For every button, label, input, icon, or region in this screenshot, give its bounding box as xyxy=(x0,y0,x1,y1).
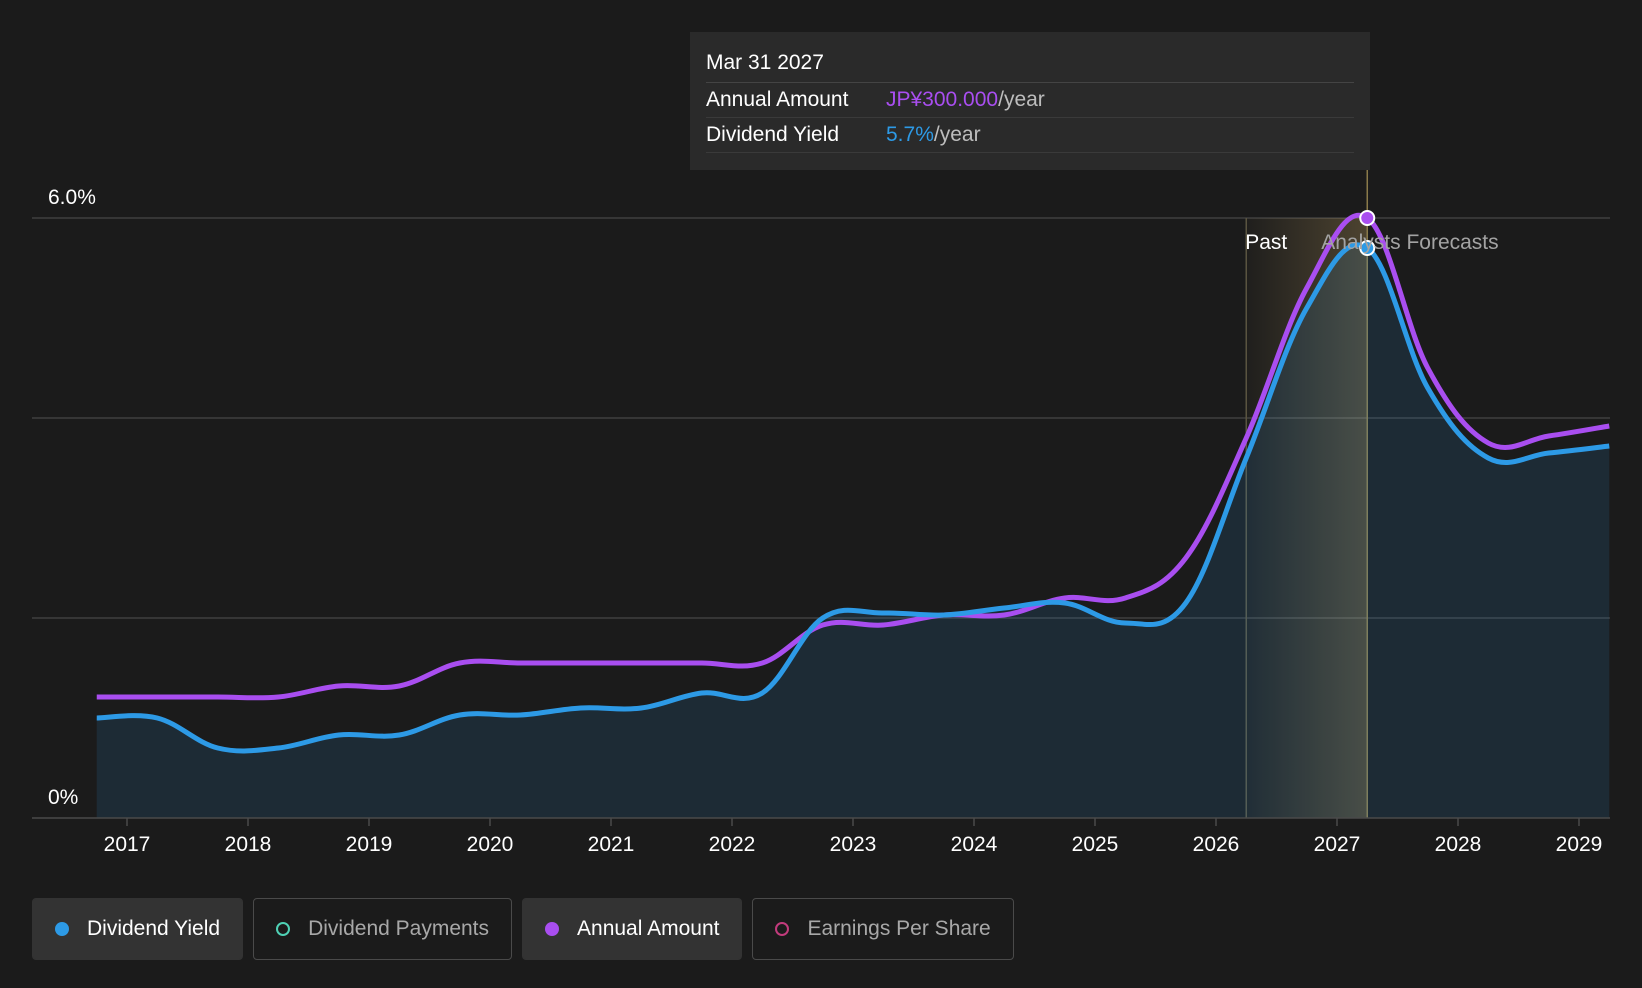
past-label: Past xyxy=(1245,231,1287,254)
x-tick-label: 2026 xyxy=(1193,833,1240,856)
yield-area xyxy=(96,244,1610,818)
legend-item-annual-amount[interactable]: Annual Amount xyxy=(522,898,743,960)
tooltip-unit: /year xyxy=(933,123,981,146)
legend-item-earnings-per-share[interactable]: Earnings Per Share xyxy=(752,898,1014,960)
tooltip-row-dividend-yield: Dividend Yield 5.7% /year xyxy=(706,118,1354,153)
tooltip-date: Mar 31 2027 xyxy=(706,46,1354,83)
tooltip-unit: /year xyxy=(998,88,1045,111)
legend-item-dividend-payments[interactable]: Dividend Payments xyxy=(253,898,513,960)
x-tick-label: 2025 xyxy=(1072,833,1119,856)
x-tick-label: 2023 xyxy=(830,833,877,856)
x-tick-label: 2018 xyxy=(225,833,272,856)
tooltip-row-annual-amount: Annual Amount JP¥300.000 /year xyxy=(706,83,1354,118)
x-tick-label: 2017 xyxy=(104,833,151,856)
annual-amount-marker xyxy=(1359,210,1376,226)
tooltip-label: Annual Amount xyxy=(706,88,849,111)
tooltip-label: Dividend Yield xyxy=(706,123,840,146)
legend-dot-icon xyxy=(55,922,69,936)
x-tick-label: 2028 xyxy=(1435,833,1482,856)
legend-label: Annual Amount xyxy=(577,917,720,940)
x-tick-label: 2020 xyxy=(467,833,514,856)
x-tick-label: 2019 xyxy=(346,833,393,856)
dividend-yield-area xyxy=(96,244,1610,818)
y-tick-label: 6.0% xyxy=(48,186,96,209)
y-tick-label: 0% xyxy=(48,786,78,809)
x-tick-label: 2027 xyxy=(1314,833,1361,856)
tooltip: Mar 31 2027 Annual Amount JP¥300.000 /ye… xyxy=(690,32,1370,170)
legend-ring-icon xyxy=(775,922,790,936)
forecast-label: Analysts Forecasts xyxy=(1321,231,1498,254)
legend-ring-icon xyxy=(276,922,291,936)
legend-label: Earnings Per Share xyxy=(807,917,991,940)
legend-label: Dividend Yield xyxy=(87,917,221,940)
legend: Dividend Yield Dividend Payments Annual … xyxy=(32,898,1014,960)
tooltip-value: JP¥300.000 xyxy=(886,88,999,111)
x-tick-label: 2022 xyxy=(709,833,756,856)
x-tick-label: 2024 xyxy=(951,833,998,856)
legend-label: Dividend Payments xyxy=(308,917,490,940)
legend-item-dividend-yield[interactable]: Dividend Yield xyxy=(32,898,244,960)
tooltip-value: 5.7% xyxy=(886,123,934,146)
x-axis xyxy=(32,817,1610,826)
x-tick-label: 2029 xyxy=(1556,833,1603,856)
x-tick-label: 2021 xyxy=(588,833,635,856)
legend-dot-icon xyxy=(545,922,560,936)
